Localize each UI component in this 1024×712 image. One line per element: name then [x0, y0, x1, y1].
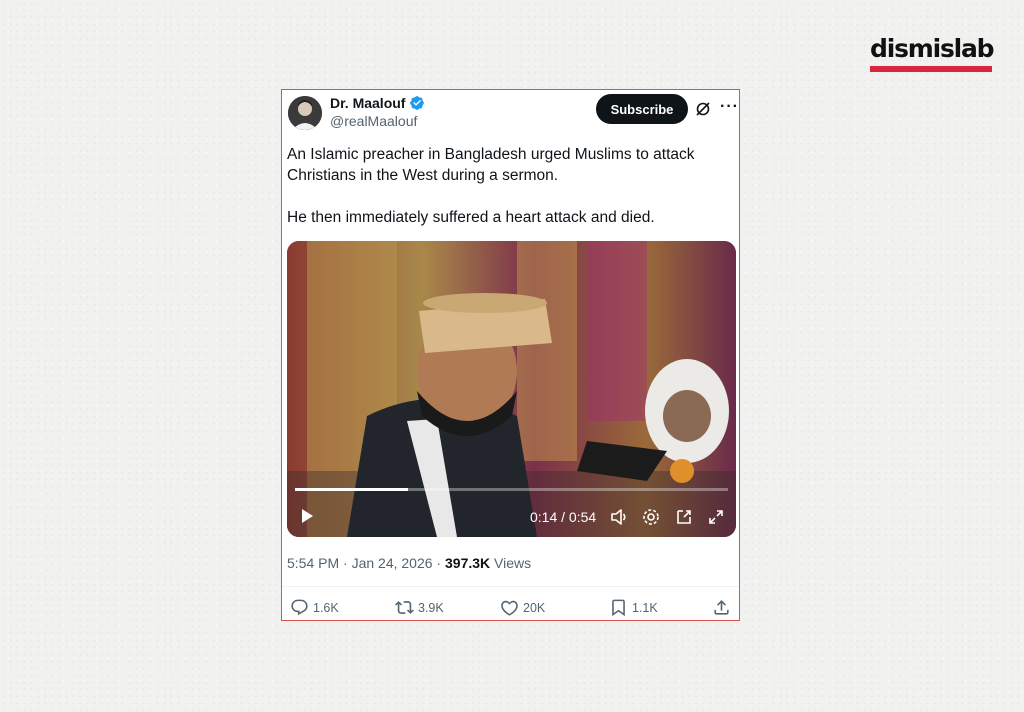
- subscribe-button[interactable]: Subscribe: [596, 94, 688, 124]
- views-label: Views: [490, 555, 532, 571]
- brand-underline: [870, 66, 992, 72]
- like-count: 20K: [523, 600, 546, 615]
- tweet-text-paragraph: He then immediately suffered a heart att…: [287, 209, 655, 226]
- share-button[interactable]: [712, 598, 731, 617]
- bookmark-count: 1.1K: [632, 600, 658, 615]
- author-handle[interactable]: @realMaalouf: [330, 113, 417, 129]
- meta-separator: ·: [432, 555, 445, 571]
- tweet-timestamp[interactable]: 5:54 PM · Jan 24, 2026: [287, 555, 433, 571]
- video-progress-fill: [295, 488, 408, 491]
- reply-count: 1.6K: [313, 600, 339, 615]
- author-avatar[interactable]: [288, 96, 322, 130]
- grok-icon[interactable]: [695, 101, 711, 117]
- repost-icon: [395, 601, 414, 614]
- author-name-row: Dr. Maalouf: [330, 95, 425, 111]
- brand-logo: dismislab: [870, 34, 995, 72]
- reply-icon: [291, 599, 308, 616]
- divider: [282, 586, 739, 587]
- more-options-icon[interactable]: ···: [720, 98, 739, 116]
- views-count: 397.3K: [445, 555, 491, 571]
- video-time-display: 0:14 / 0:54: [530, 509, 597, 525]
- author-display-name[interactable]: Dr. Maalouf: [330, 95, 405, 111]
- heart-icon: [501, 600, 518, 616]
- bookmark-button[interactable]: 1.1K: [609, 598, 658, 617]
- play-icon[interactable]: [299, 508, 315, 524]
- video-player[interactable]: 0:14 / 0:54: [287, 241, 736, 537]
- repost-count: 3.9K: [418, 600, 444, 615]
- picture-in-picture-icon[interactable]: [674, 507, 694, 527]
- reply-button[interactable]: 1.6K: [290, 598, 339, 617]
- tweet-text-paragraph: An Islamic preacher in Bangladesh urged …: [287, 146, 695, 184]
- video-progress-bar[interactable]: [295, 488, 728, 491]
- video-frame: [287, 241, 736, 537]
- share-icon: [714, 600, 729, 615]
- fullscreen-icon[interactable]: [706, 507, 726, 527]
- tweet-card: Dr. Maalouf @realMaalouf Subscribe ··· A…: [281, 89, 740, 621]
- tweet-actions: 1.6K 3.9K 20K 1.1K: [282, 598, 741, 618]
- tweet-text: An Islamic preacher in Bangladesh urged …: [287, 144, 727, 228]
- brand-name: dismislab: [870, 34, 995, 63]
- settings-icon[interactable]: [641, 507, 661, 527]
- bookmark-icon: [612, 599, 625, 617]
- volume-icon[interactable]: [609, 507, 629, 527]
- like-button[interactable]: 20K: [500, 598, 545, 617]
- repost-button[interactable]: 3.9K: [395, 598, 444, 617]
- tweet-meta: 5:54 PM · Jan 24, 2026 · 397.3K Views: [287, 555, 531, 571]
- verified-badge-icon[interactable]: [409, 95, 425, 111]
